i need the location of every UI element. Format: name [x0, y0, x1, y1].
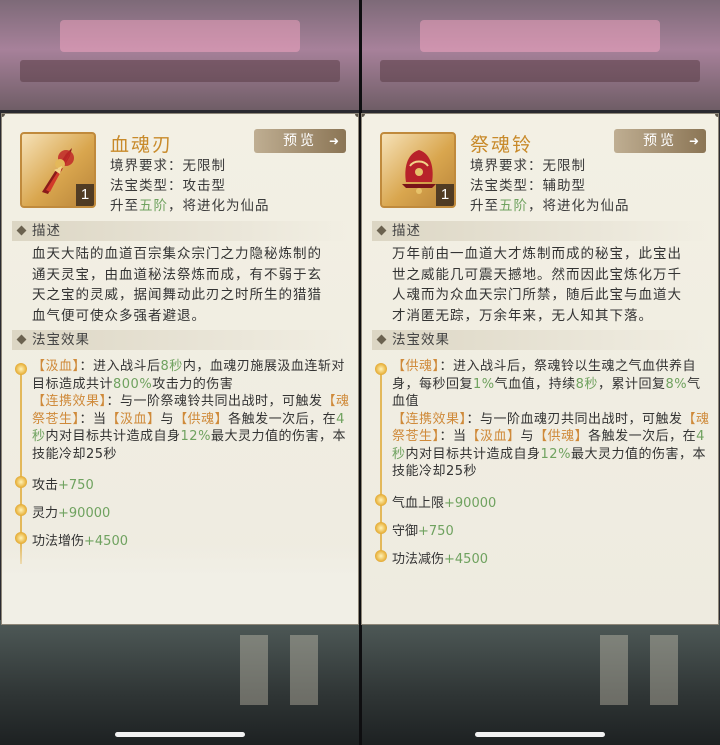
background-banner [60, 20, 300, 52]
treasure-icon-frame[interactable]: 1 [20, 132, 96, 208]
description-text: 血天大陆的血道百宗集众宗门之力隐秘炼制的 通天灵宝，由血道秘法祭炼而成，有不弱于… [32, 246, 322, 324]
bullet-icon [15, 476, 27, 488]
home-indicator[interactable] [475, 732, 605, 737]
treasure-type: 法宝类型：攻击型 [110, 178, 226, 194]
treasure-card-blood-soul-blade: 1 血魂刃 预览 ➜ 境界要求：无限制 法宝类型：攻击型 升至五阶，将进化为仙品… [1, 113, 359, 625]
background-post [600, 635, 628, 705]
background-post [240, 635, 268, 705]
preview-button-label: 预览 [643, 133, 677, 149]
card-corner [362, 114, 365, 117]
bullet-icon [15, 504, 27, 516]
treasure-type: 法宝类型：辅助型 [470, 178, 586, 194]
bullet-icon [375, 550, 387, 562]
card-corner [355, 114, 358, 117]
stat-attack: 攻击+750 [32, 478, 94, 493]
background-post [650, 635, 678, 705]
realm-requirement: 境界要求：无限制 [110, 158, 226, 174]
diamond-icon [376, 334, 387, 345]
card-corner [715, 114, 718, 117]
background-strip [380, 60, 700, 82]
upgrade-hint: 升至五阶，将进化为仙品 [470, 198, 630, 214]
treasure-level-badge: 1 [436, 184, 454, 206]
preview-button[interactable]: 预览 ➜ [254, 129, 346, 153]
description-header: 描述 [12, 221, 348, 241]
treasure-icon-frame[interactable]: 1 [380, 132, 456, 208]
preview-button[interactable]: 预览 ➜ [614, 129, 706, 153]
effect-description: 【汲血】：进入战斗后8秒内，血魂刃施展汲血连斩对目标造成共计800%攻击力的伤害… [32, 359, 350, 462]
treasure-level-badge: 1 [76, 184, 94, 206]
description-header: 描述 [372, 221, 708, 241]
diamond-icon [16, 334, 27, 345]
background-post [290, 635, 318, 705]
treasure-name: 祭魂铃 [470, 135, 534, 156]
stat-defense: 守御+750 [392, 524, 454, 539]
treasure-name: 血魂刃 [110, 135, 174, 156]
bullet-icon [15, 532, 27, 544]
card-corner [2, 114, 5, 117]
stat-skill-reduction: 功法减伤+4500 [392, 552, 488, 567]
effect-header: 法宝效果 [12, 330, 348, 350]
effect-header: 法宝效果 [372, 330, 708, 350]
treasure-card-soul-sacrifice-bell: 1 祭魂铃 预览 ➜ 境界要求：无限制 法宝类型：辅助型 升至五阶，将进化为仙品… [361, 113, 719, 625]
bullet-icon [15, 363, 27, 375]
upgrade-hint: 升至五阶，将进化为仙品 [110, 198, 270, 214]
stat-spirit: 灵力+90000 [32, 506, 111, 521]
bullet-icon [375, 494, 387, 506]
background-banner [420, 20, 660, 52]
arrow-right-icon: ➜ [688, 134, 702, 148]
preview-button-label: 预览 [283, 133, 317, 149]
background-strip [20, 60, 340, 82]
realm-requirement: 境界要求：无限制 [470, 158, 586, 174]
scroll-fade [2, 544, 358, 624]
home-indicator[interactable] [115, 732, 245, 737]
diamond-icon [16, 225, 27, 236]
effect-description: 【供魂】：进入战斗后，祭魂铃以生魂之气血供养自身，每秒回复1%气血值，持续8秒，… [392, 359, 710, 479]
diamond-icon [376, 225, 387, 236]
stat-max-hp: 气血上限+90000 [392, 496, 497, 511]
description-text: 万年前由一血道大才炼制而成的秘宝，此宝出 世之威能几可震天撼地。然而因此宝炼化万… [392, 246, 682, 324]
arrow-right-icon: ➜ [328, 134, 342, 148]
bullet-icon [375, 363, 387, 375]
bullet-icon [375, 522, 387, 534]
